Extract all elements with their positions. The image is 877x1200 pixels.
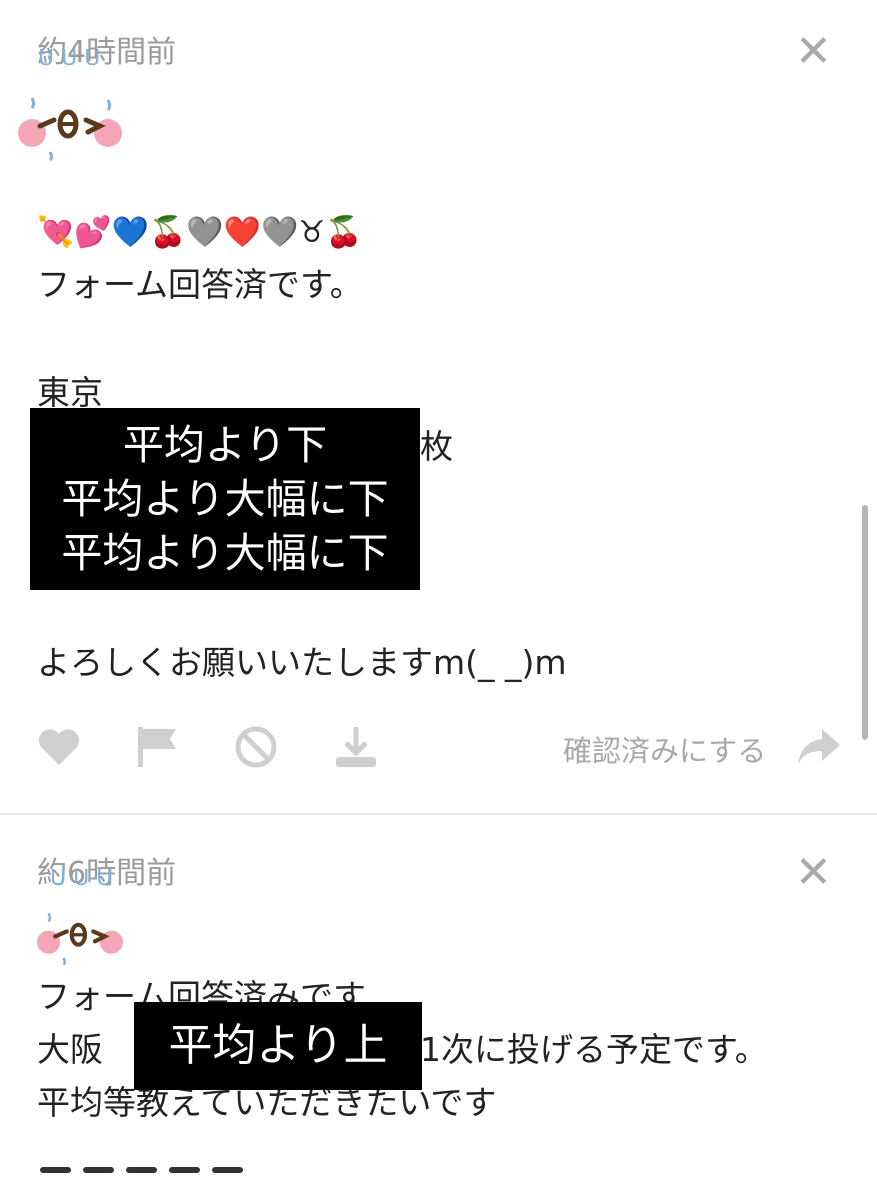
post-text-line: フォーム回答済です。 [37,265,363,304]
download-icon[interactable] [332,725,380,775]
overlay-line: 平均より大幅に下 [61,475,389,523]
confirm-button[interactable]: 確認済みにする [563,728,766,770]
scrollbar[interactable] [862,505,868,740]
post-divider [0,813,877,815]
redaction-overlay: 平均より下 平均より大幅に下 平均より大幅に下 [30,408,420,590]
flag-icon[interactable] [136,725,180,773]
sweat-drops-icon: ᑌ ᑌ ᑌ [38,46,101,71]
dash-separator [40,1158,255,1177]
ban-icon[interactable] [234,725,278,773]
post-text-line: 1次に投げる予定です。 [420,1030,768,1069]
cute-face-icon [18,97,122,162]
post-text-line: 枚 [420,427,453,466]
cute-face-icon [37,912,123,966]
overlay-line: 平均より上 [168,1020,388,1071]
close-icon[interactable]: ✕ [795,30,832,74]
emoji-line: 💘💕💙🍒🩶❤️🩶♉🍒 [37,215,363,250]
heart-icon[interactable] [37,727,81,771]
post-closing-text: よろしくお願いいたしますm(_ _)m [37,643,567,682]
post-text-line: 大阪 [37,1030,103,1069]
close-icon[interactable]: ✕ [795,851,832,895]
redaction-overlay: 平均より上 [134,1002,422,1090]
avatar [30,905,130,967]
avatar [10,88,130,163]
overlay-line: 平均より下 [122,421,328,469]
sweat-drops-icon: ᑌ ᑌ ᑌ [50,866,113,891]
overlay-line: 平均より大幅に下 [61,529,389,577]
share-arrow-icon[interactable] [796,727,842,771]
